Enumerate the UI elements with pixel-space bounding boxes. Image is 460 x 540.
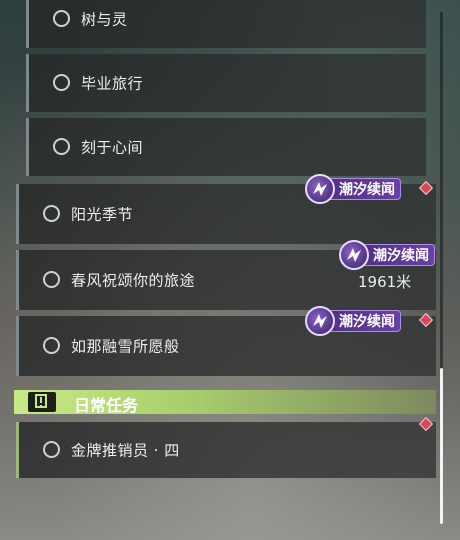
- quest-label: 树与灵: [81, 10, 128, 29]
- tide-gem-icon: [305, 306, 335, 336]
- scrollbar-thumb[interactable]: [440, 368, 443, 524]
- quest-label: 刻于心间: [81, 138, 144, 157]
- quest-label: 金牌推销员 · 四: [71, 441, 180, 460]
- quest-item-tree-spirit[interactable]: 树与灵: [26, 0, 426, 48]
- distance-label: 1961米: [358, 273, 412, 291]
- quest-status-icon: [53, 74, 70, 91]
- quest-status-icon: [43, 271, 60, 288]
- daily-quest-header[interactable]: 日常任务: [14, 390, 436, 415]
- quest-label: 如那融雪所愿般: [71, 337, 180, 356]
- quest-label: 春风祝颂你的旅途: [71, 271, 196, 290]
- tide-tale-badge: 潮汐续闻: [305, 306, 401, 336]
- badge-label: 潮汐续闻: [339, 182, 395, 198]
- quest-item-gold-salesman[interactable]: 金牌推销员 · 四: [16, 422, 436, 478]
- quest-label: 毕业旅行: [81, 74, 144, 93]
- badge-label: 潮汐续闻: [339, 314, 395, 330]
- tide-gem-icon: [305, 174, 335, 204]
- quest-item-graduation-trip[interactable]: 毕业旅行: [26, 54, 426, 112]
- quest-label: 阳光季节: [71, 205, 134, 224]
- badge-label: 潮汐续闻: [373, 248, 429, 264]
- alert-icon: [28, 392, 56, 412]
- quest-status-icon: [53, 10, 70, 27]
- tide-tale-badge: 潮汐续闻: [339, 240, 435, 270]
- quest-status-icon: [43, 441, 60, 458]
- tide-gem-icon: [339, 240, 369, 270]
- quest-status-icon: [43, 337, 60, 354]
- quest-status-icon: [43, 205, 60, 222]
- quest-item-engraved-heart[interactable]: 刻于心间: [26, 118, 426, 176]
- tide-tale-badge: 潮汐续闻: [305, 174, 401, 204]
- quest-status-icon: [53, 138, 70, 155]
- daily-quest-title: 日常任务: [74, 396, 139, 415]
